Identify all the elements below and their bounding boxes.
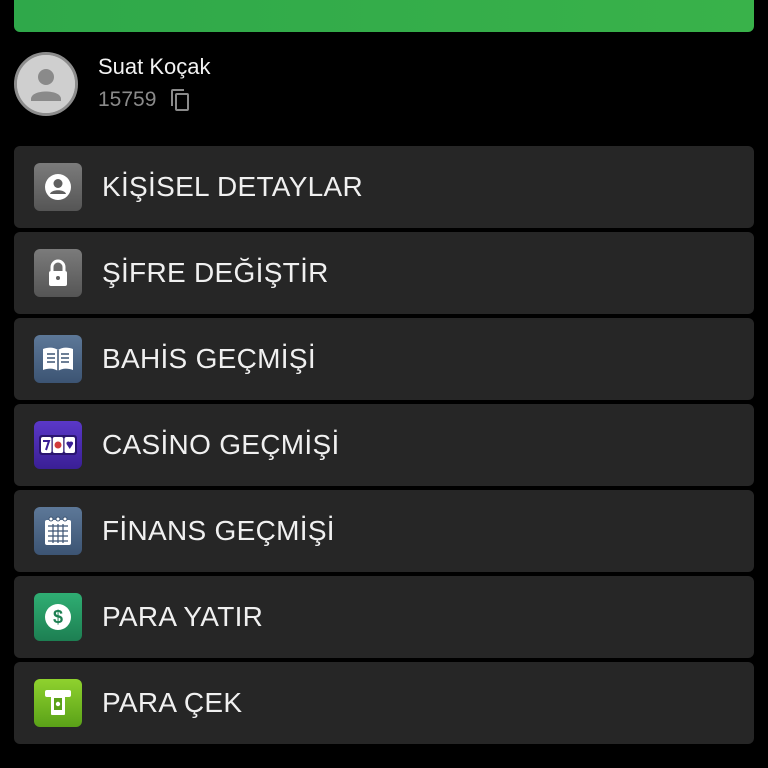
avatar — [14, 52, 78, 116]
calendar-grid-icon — [34, 507, 82, 555]
menu-item-withdraw[interactable]: PARA ÇEK — [14, 662, 754, 744]
menu-item-label: FİNANS GEÇMİŞİ — [102, 515, 335, 546]
menu-item-label: CASİNO GEÇMİŞİ — [102, 429, 340, 460]
person-icon — [34, 163, 82, 211]
menu-item-casino-history[interactable]: CASİNO GEÇMİŞİ — [14, 404, 754, 486]
menu-item-label: PARA ÇEK — [102, 687, 243, 718]
copy-icon[interactable] — [170, 88, 190, 112]
atm-withdraw-icon — [34, 679, 82, 727]
lock-icon — [34, 249, 82, 297]
menu-item-label: PARA YATIR — [102, 601, 264, 632]
slot-machine-icon — [34, 421, 82, 469]
book-icon — [34, 335, 82, 383]
menu-item-label: ŞİFRE DEĞİŞTİR — [102, 257, 329, 288]
menu-item-label: BAHİS GEÇMİŞİ — [102, 343, 316, 374]
menu-item-personal-details[interactable]: KİŞİSEL DETAYLAR — [14, 146, 754, 228]
dollar-icon: $ — [34, 593, 82, 641]
svg-text:$: $ — [53, 607, 63, 627]
menu-item-change-password[interactable]: ŞİFRE DEĞİŞTİR — [14, 232, 754, 314]
user-id-row: 15759 — [98, 88, 190, 112]
top-accent-bar — [14, 0, 754, 32]
menu-item-finance-history[interactable]: FİNANS GEÇMİŞİ — [14, 490, 754, 572]
user-silhouette-icon — [17, 55, 75, 113]
user-id: 15759 — [98, 88, 157, 111]
account-menu: KİŞİSEL DETAYLAR ŞİFRE DEĞİŞTİR BAHİS GE… — [14, 146, 754, 748]
profile-header: Suat Koçak 15759 — [14, 50, 754, 120]
menu-item-deposit[interactable]: $ PARA YATIR — [14, 576, 754, 658]
user-name: Suat Koçak — [98, 54, 211, 79]
menu-item-label: KİŞİSEL DETAYLAR — [102, 171, 364, 202]
menu-item-bet-history[interactable]: BAHİS GEÇMİŞİ — [14, 318, 754, 400]
